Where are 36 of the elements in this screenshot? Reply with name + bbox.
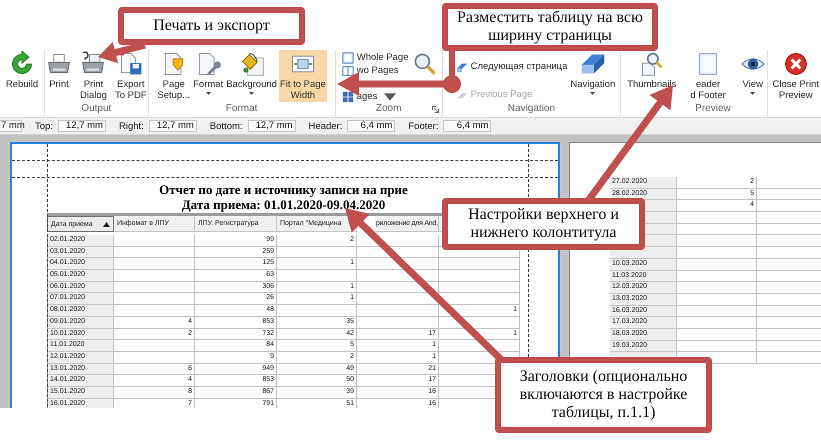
margin-field[interactable]: 6,4 mm [443, 120, 492, 132]
ribbon-button[interactable]: eader d Footer [689, 50, 727, 102]
ribbon-button[interactable]: Thumbnails [626, 50, 678, 91]
group-label: Output [81, 103, 112, 114]
group-label: Format [226, 103, 258, 114]
group-label: Navigation [508, 103, 556, 114]
ribbon-button[interactable]: Background [225, 50, 278, 96]
ribbon-button[interactable]: Format [192, 50, 224, 96]
ribbon-button[interactable]: Whole Page [340, 51, 410, 64]
ribbon-button[interactable]: Rebuild [4, 50, 40, 91]
margin-field[interactable]: 7 mm [0, 120, 22, 132]
group-label: Zoom [376, 103, 402, 114]
group-label: Preview [695, 103, 731, 114]
ribbon-button[interactable]: Close Print Preview [772, 50, 820, 102]
ribbon-button[interactable]: Fit to Page Width [278, 50, 327, 102]
ribbon-button[interactable]: Page Setup... [156, 50, 192, 102]
report-subtitle: Дата приема: 01.01.2020-09.04.2020 [180, 197, 386, 212]
margin-label: Footer: [408, 120, 438, 132]
ribbon-button[interactable]: Print [45, 50, 73, 91]
margin-field[interactable]: 12,7 mm [248, 120, 296, 132]
report-title: Отчет по дате и источнику записи на прие [158, 182, 409, 197]
callout: Заголовки (опционально включаются в настройке таблицы, п.1.1) [495, 357, 712, 433]
ribbon-button[interactable]: View [738, 50, 767, 96]
margin-label: Top: [35, 120, 53, 132]
ribbon-button[interactable]: Export To PDF [114, 50, 148, 102]
ribbon-button[interactable]: Navigation [569, 50, 616, 96]
callout: Настройки верхнего и нижнего колонтитула [442, 198, 645, 250]
margin-label: Bottom: [210, 120, 243, 132]
ribbon-button[interactable]: Следующая страница [454, 60, 568, 73]
margin-label: Header: [308, 120, 342, 132]
margin-field[interactable]: 12,7 mm [148, 120, 197, 132]
margin-field[interactable]: 6,4 mm [347, 120, 396, 132]
margin-label: Right: [118, 120, 144, 132]
margin-field[interactable]: 12,7 mm [58, 120, 106, 132]
callout: Печать и экспорт [118, 7, 305, 45]
callout: Разместить таблицу на всю ширину страницы [442, 3, 658, 51]
